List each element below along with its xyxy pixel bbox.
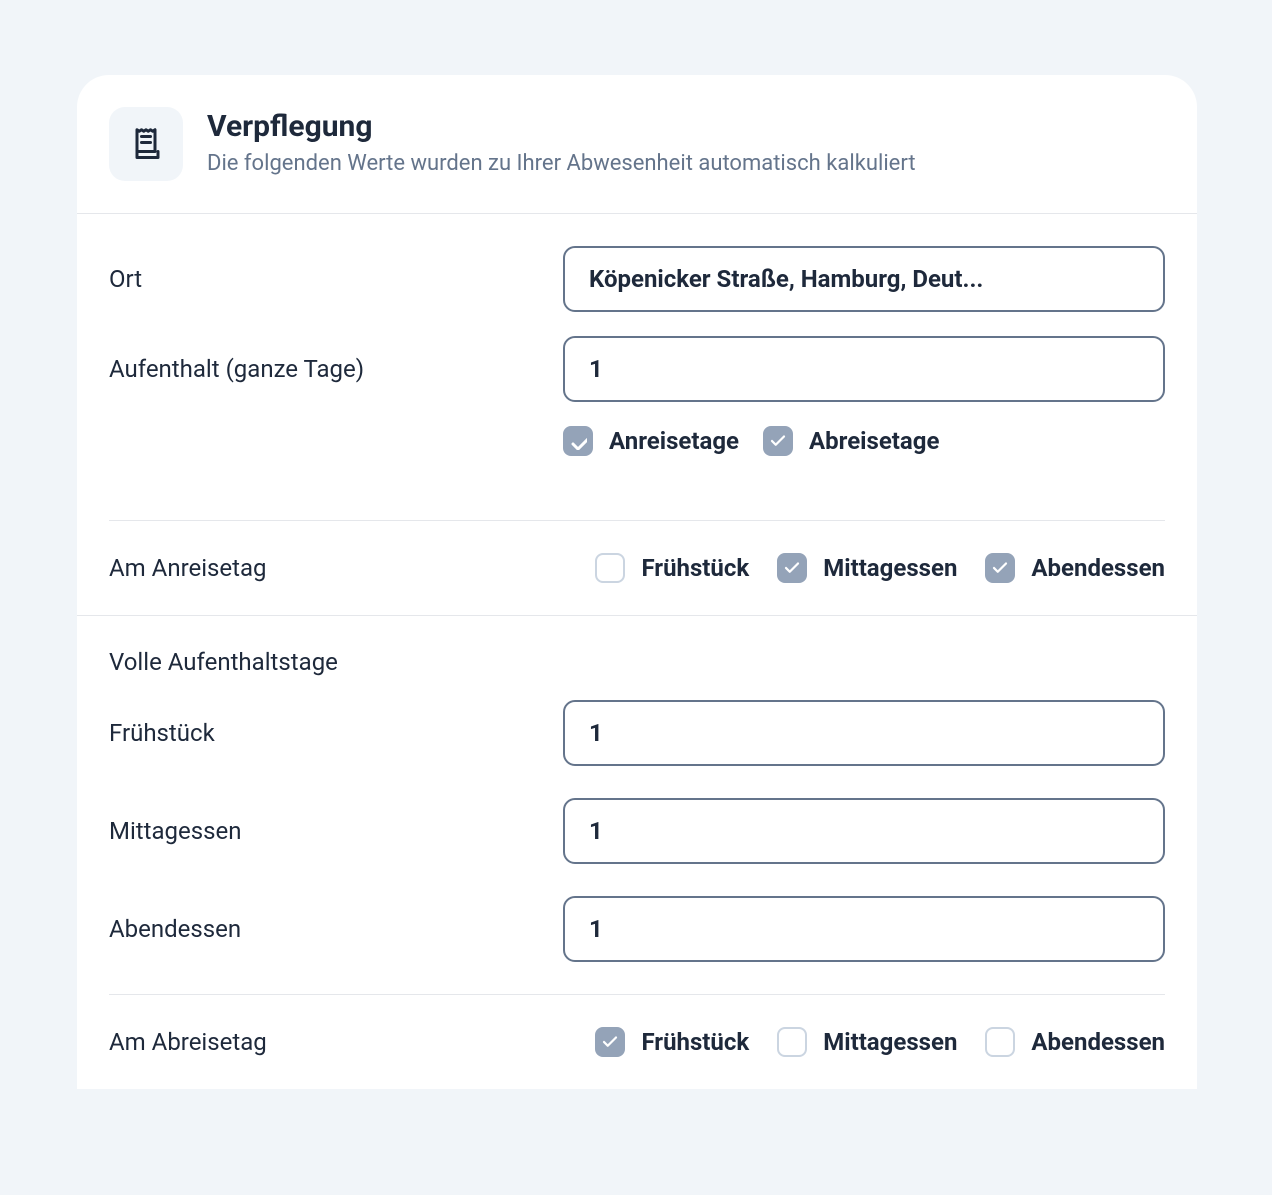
travel-days-row: Anreisetage Abreisetage [563,426,1165,456]
location-input[interactable]: Köpenicker Straße, Hamburg, Deut... [563,246,1165,312]
lunch-count-row: Mittagessen 1 [109,798,1165,864]
departure-day-meals: Frühstück Mittagessen Abendessen [595,1027,1165,1057]
departure-breakfast-checkbox[interactable] [595,1027,625,1057]
card-subtitle: Die folgenden Werte wurden zu Ihrer Abwe… [207,149,916,180]
lunch-count-label: Mittagessen [109,817,539,845]
departure-day-row: Am Abreisetag Frühstück Mittagessen Aben… [77,995,1197,1089]
location-section: Ort Köpenicker Straße, Hamburg, Deut... … [77,214,1197,520]
departure-dinner-group: Abendessen [985,1027,1165,1057]
dinner-count-input[interactable]: 1 [563,896,1165,962]
check-icon [569,432,587,450]
arrival-breakfast-group: Frühstück [595,553,749,583]
check-icon [601,1033,619,1051]
arrival-dinner-label: Abendessen [1031,554,1165,582]
dinner-count-row: Abendessen 1 [109,896,1165,962]
departure-lunch-checkbox[interactable] [777,1027,807,1057]
duration-label: Aufenthalt (ganze Tage) [109,355,539,383]
arrival-day-meals: Frühstück Mittagessen Abendessen [595,553,1165,583]
departure-days-checkbox[interactable] [763,426,793,456]
check-icon [769,432,787,450]
departure-day-label: Am Abreisetag [109,1028,429,1056]
card-title: Verpflegung [207,109,916,145]
duration-input[interactable]: 1 [563,336,1165,402]
breakfast-count-row: Frühstück 1 [109,700,1165,766]
departure-days-label: Abreisetage [809,427,939,455]
arrival-breakfast-label: Frühstück [641,554,749,582]
departure-dinner-checkbox[interactable] [985,1027,1015,1057]
departure-days-group: Abreisetage [763,426,939,456]
arrival-lunch-group: Mittagessen [777,553,957,583]
header-text: Verpflegung Die folgenden Werte wurden z… [207,107,916,180]
meals-card: Verpflegung Die folgenden Werte wurden z… [77,75,1197,1089]
breakfast-count-label: Frühstück [109,719,539,747]
duration-row: Aufenthalt (ganze Tage) 1 [109,336,1165,402]
lunch-count-input[interactable]: 1 [563,798,1165,864]
check-icon [783,559,801,577]
departure-dinner-label: Abendessen [1031,1028,1165,1056]
arrival-dinner-group: Abendessen [985,553,1165,583]
arrival-dinner-checkbox[interactable] [985,553,1015,583]
check-icon [991,559,1009,577]
page-container: Verpflegung Die folgenden Werte wurden z… [0,75,1272,1195]
full-days-title-row: Volle Aufenthaltstage [77,616,1197,684]
departure-breakfast-label: Frühstück [641,1028,749,1056]
arrival-days-checkbox[interactable] [563,426,593,456]
departure-lunch-label: Mittagessen [823,1028,957,1056]
arrival-breakfast-checkbox[interactable] [595,553,625,583]
location-row: Ort Köpenicker Straße, Hamburg, Deut... [109,246,1165,312]
departure-breakfast-group: Frühstück [595,1027,749,1057]
arrival-lunch-checkbox[interactable] [777,553,807,583]
arrival-days-group: Anreisetage [563,426,739,456]
receipt-icon-box [109,107,183,181]
receipt-icon [128,126,164,162]
location-label: Ort [109,265,539,293]
departure-lunch-group: Mittagessen [777,1027,957,1057]
full-days-title: Volle Aufenthaltstage [109,648,1165,676]
dinner-count-label: Abendessen [109,915,539,943]
breakfast-count-input[interactable]: 1 [563,700,1165,766]
arrival-day-row: Am Anreisetag Frühstück Mittagessen A [77,521,1197,616]
arrival-day-label: Am Anreisetag [109,554,429,582]
arrival-days-label: Anreisetage [609,427,739,455]
card-header: Verpflegung Die folgenden Werte wurden z… [77,107,1197,214]
full-days-rows: Frühstück 1 Mittagessen 1 Abendessen 1 [77,684,1197,994]
arrival-lunch-label: Mittagessen [823,554,957,582]
